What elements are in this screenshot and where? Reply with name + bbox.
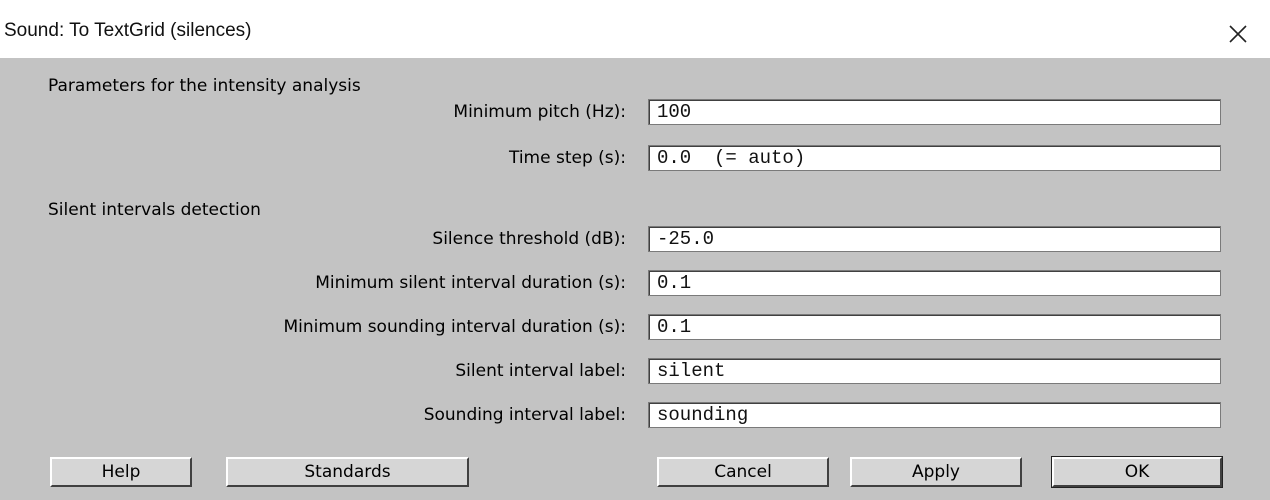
min-sounding-duration-input[interactable]	[648, 314, 1221, 340]
min-silent-duration-label: Minimum silent interval duration (s):	[315, 273, 626, 293]
dialog-title: Sound: To TextGrid (silences)	[4, 20, 252, 41]
standards-button[interactable]: Standards	[226, 457, 469, 487]
time-step-input[interactable]	[648, 145, 1221, 171]
section-silent-label: Silent intervals detection	[48, 200, 261, 220]
sounding-label-input[interactable]	[648, 402, 1221, 428]
dialog-body: Parameters for the intensity analysis Mi…	[0, 58, 1270, 500]
silence-threshold-input[interactable]	[648, 226, 1221, 252]
minimum-pitch-label: Minimum pitch (Hz):	[453, 102, 626, 122]
time-step-label: Time step (s):	[508, 148, 626, 168]
cancel-button[interactable]: Cancel	[657, 457, 829, 487]
silence-threshold-label: Silence threshold (dB):	[432, 229, 626, 249]
apply-button[interactable]: Apply	[850, 457, 1022, 487]
min-silent-duration-input[interactable]	[648, 270, 1221, 296]
help-button[interactable]: Help	[50, 457, 192, 487]
close-icon	[1229, 25, 1247, 43]
close-button[interactable]	[1218, 12, 1258, 56]
silent-label-label: Silent interval label:	[455, 361, 626, 381]
sounding-label-label: Sounding interval label:	[423, 405, 626, 425]
silent-label-input[interactable]	[648, 358, 1221, 384]
ok-button[interactable]: OK	[1051, 456, 1223, 488]
min-sounding-duration-label: Minimum sounding interval duration (s):	[283, 317, 626, 337]
section-intensity-label: Parameters for the intensity analysis	[48, 76, 361, 96]
minimum-pitch-input[interactable]	[648, 99, 1221, 125]
dialog-titlebar: Sound: To TextGrid (silences)	[0, 6, 1270, 58]
